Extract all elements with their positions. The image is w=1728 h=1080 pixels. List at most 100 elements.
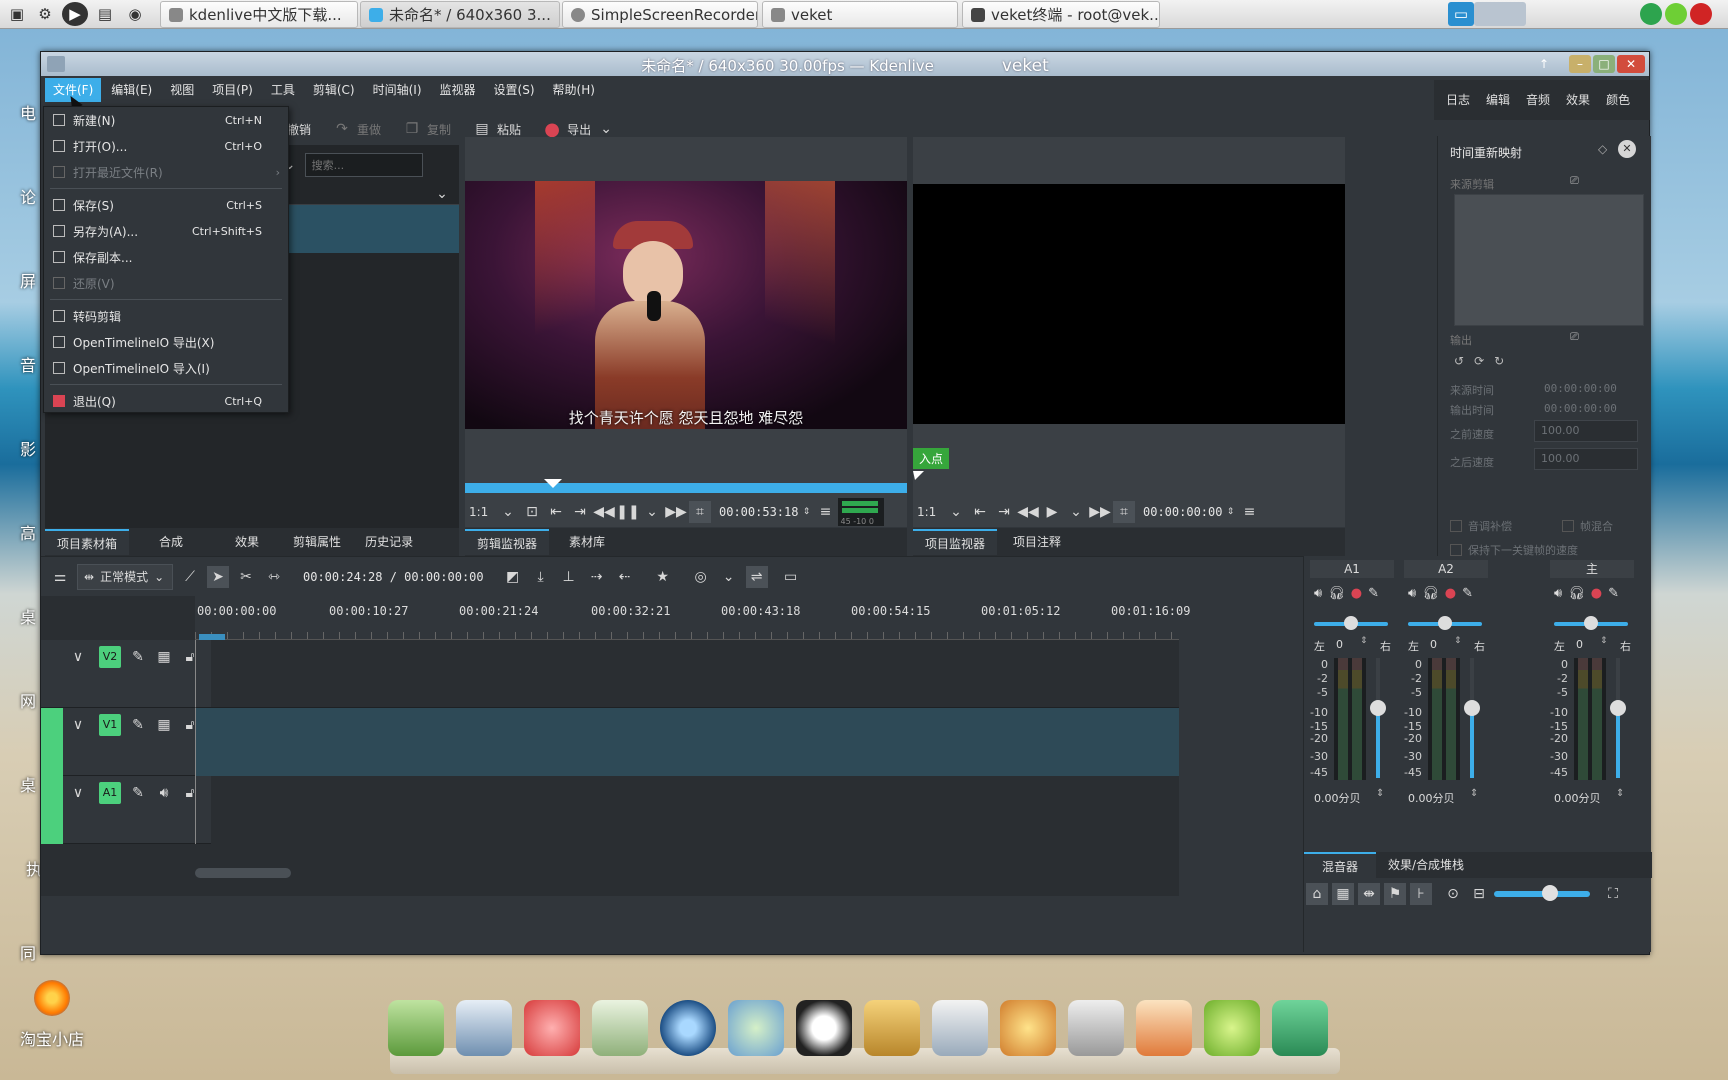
timeline-scrollbar[interactable]: [195, 868, 291, 878]
extract-icon[interactable]: ⇠: [614, 566, 636, 588]
menu-save-copy[interactable]: 保存副本...: [44, 245, 288, 269]
undo-button[interactable]: 撤销: [287, 121, 311, 138]
desktop-label[interactable]: 同: [20, 940, 36, 964]
chevron-down-icon[interactable]: ⌄: [718, 566, 740, 588]
workspace-logging[interactable]: 日志: [1438, 87, 1478, 113]
dock-users-icon[interactable]: [728, 1000, 784, 1056]
dock-file-manager-icon[interactable]: [388, 1000, 444, 1056]
speed-after-input[interactable]: 100.00: [1534, 448, 1638, 470]
play-icon[interactable]: ▶: [1041, 501, 1063, 523]
menu-new[interactable]: 新建(N) Ctrl+N: [44, 108, 288, 132]
tag-icon[interactable]: ⌂: [1306, 883, 1328, 905]
checkbox-box[interactable]: [1562, 520, 1574, 532]
record-icon[interactable]: ●: [1591, 586, 1602, 601]
minimize-button[interactable]: –: [1569, 55, 1591, 73]
dock-editor-icon[interactable]: [592, 1000, 648, 1056]
effect-icon[interactable]: ✎: [1368, 586, 1379, 601]
clip-ruler[interactable]: [465, 479, 907, 493]
desktop-label[interactable]: 电: [20, 100, 36, 124]
gain-value[interactable]: 0.00分贝: [1314, 790, 1361, 806]
chevron-down-icon[interactable]: ⌄: [641, 501, 663, 523]
add-keyframe-icon[interactable]: ⟳: [1474, 354, 1484, 368]
desktop-label[interactable]: 音: [20, 352, 36, 376]
close-button[interactable]: ✕: [1617, 55, 1645, 73]
collapse-icon[interactable]: ∨: [67, 646, 89, 668]
hamburger-menu-icon[interactable]: ≡: [814, 501, 836, 523]
track-lane-v1[interactable]: [195, 708, 1179, 776]
timeline-timecode[interactable]: 00:00:24:28 / 00:00:00:00: [303, 570, 484, 584]
pan-slider[interactable]: [1554, 616, 1628, 630]
collapse-icon[interactable]: ∨: [67, 782, 89, 804]
project-playhead[interactable]: [913, 471, 924, 480]
speed-before-input[interactable]: 100.00: [1534, 420, 1638, 442]
effect-icon[interactable]: ✎: [127, 782, 149, 804]
spin-icon[interactable]: ⇕: [1360, 636, 1368, 646]
star-icon[interactable]: ★: [652, 566, 674, 588]
tab-library[interactable]: 素材库: [549, 529, 625, 555]
set-in-icon[interactable]: ⇤: [969, 501, 991, 523]
record-tray-icon[interactable]: [1690, 3, 1712, 25]
menu-project[interactable]: 项目(P): [204, 78, 261, 102]
zoom-slider[interactable]: [1494, 885, 1590, 901]
pan-slider-handle[interactable]: [1584, 616, 1598, 630]
fullscreen-icon[interactable]: ⛶: [1602, 883, 1624, 905]
redo-button[interactable]: 重做: [357, 121, 381, 138]
forward-icon[interactable]: ▶▶: [1089, 501, 1111, 523]
crop-icon[interactable]: ⌗: [1113, 501, 1135, 523]
menu-save-as[interactable]: 另存为(A)... Ctrl+Shift+S: [44, 219, 288, 243]
edit-mode-select[interactable]: ⇹ 正常模式 ⌄: [77, 563, 173, 590]
task-browser[interactable]: kdenlive中文版下载...: [160, 1, 358, 28]
spin-icon[interactable]: ⇕: [1454, 636, 1462, 646]
pitch-checkbox[interactable]: 音调补偿: [1450, 518, 1512, 534]
desktop-label[interactable]: 网: [20, 688, 36, 712]
source-time-value[interactable]: 00:00:00:00: [1544, 382, 1617, 395]
spin-icon[interactable]: ⇕: [1470, 788, 1478, 799]
film-icon[interactable]: ▦: [153, 714, 175, 736]
menu-otio-import[interactable]: OpenTimelineIO 导入(I): [44, 356, 288, 380]
checkbox-box[interactable]: [1450, 544, 1462, 556]
set-out-icon[interactable]: ⇥: [569, 501, 591, 523]
razor-tool-icon[interactable]: ✂: [235, 566, 257, 588]
chevron-down-icon[interactable]: ⌄: [431, 183, 453, 205]
output-time-value[interactable]: 00:00:00:00: [1544, 402, 1617, 415]
dock-help-icon[interactable]: [1204, 1000, 1260, 1056]
workspace-color[interactable]: 颜色: [1598, 87, 1638, 113]
desktop-label[interactable]: 桌: [20, 604, 36, 628]
workspace-editing[interactable]: 编辑: [1478, 87, 1518, 113]
pause-icon[interactable]: ❚❚: [616, 501, 639, 523]
gain-value[interactable]: 0.00分贝: [1554, 790, 1601, 806]
timeline-settings-icon[interactable]: ⚌: [49, 566, 71, 588]
effect-icon[interactable]: ✎: [1462, 586, 1473, 601]
checkbox-box[interactable]: [1450, 520, 1462, 532]
dock-notebook-icon[interactable]: [864, 1000, 920, 1056]
track-lane-a1[interactable]: [195, 776, 1179, 844]
tab-clip-properties[interactable]: 剪辑属性: [281, 529, 353, 555]
tab-effects[interactable]: 效果: [213, 529, 281, 555]
composite-icon[interactable]: ◩: [502, 566, 524, 588]
hamburger-menu-icon[interactable]: ≡: [1238, 501, 1260, 523]
speaker-icon[interactable]: 🔊︎: [1314, 586, 1322, 601]
tab-history[interactable]: 历史记录: [353, 529, 425, 555]
desktop-label[interactable]: 论: [20, 184, 36, 208]
menu-clip[interactable]: 剪辑(C): [305, 78, 363, 102]
desktop-label[interactable]: 影: [20, 436, 36, 460]
timecode-spin-icon[interactable]: ⇕: [1224, 501, 1236, 523]
globe-launcher-icon[interactable]: ◉: [122, 2, 148, 26]
speaker-icon[interactable]: 🔊︎: [153, 782, 175, 804]
track-target-indicator[interactable]: [41, 776, 63, 844]
menu-quit[interactable]: 退出(Q) Ctrl+Q: [44, 389, 288, 413]
settings-gear-icon[interactable]: ⚙: [32, 2, 58, 26]
pan-slider[interactable]: [1314, 616, 1388, 630]
project-zoom-value[interactable]: 1:1: [917, 505, 943, 519]
headphones-icon[interactable]: 🎧︎: [1568, 586, 1585, 601]
mixer-toggle-icon[interactable]: ⇌: [745, 565, 768, 588]
prev-keyframe-icon[interactable]: ↺: [1454, 354, 1464, 368]
preview-render-icon[interactable]: ◎: [690, 566, 712, 588]
headphones-icon[interactable]: 🎧︎: [1422, 586, 1439, 601]
volume-fader[interactable]: [1370, 658, 1386, 778]
speaker-icon[interactable]: 🔊︎: [1554, 586, 1562, 601]
select-tool-icon[interactable]: ➤: [207, 565, 229, 588]
menu-open[interactable]: 打开(O)... Ctrl+O: [44, 134, 288, 158]
zoom-fit-icon[interactable]: ⊙: [1442, 883, 1464, 905]
next-keyframe-icon[interactable]: ↻: [1494, 354, 1504, 368]
